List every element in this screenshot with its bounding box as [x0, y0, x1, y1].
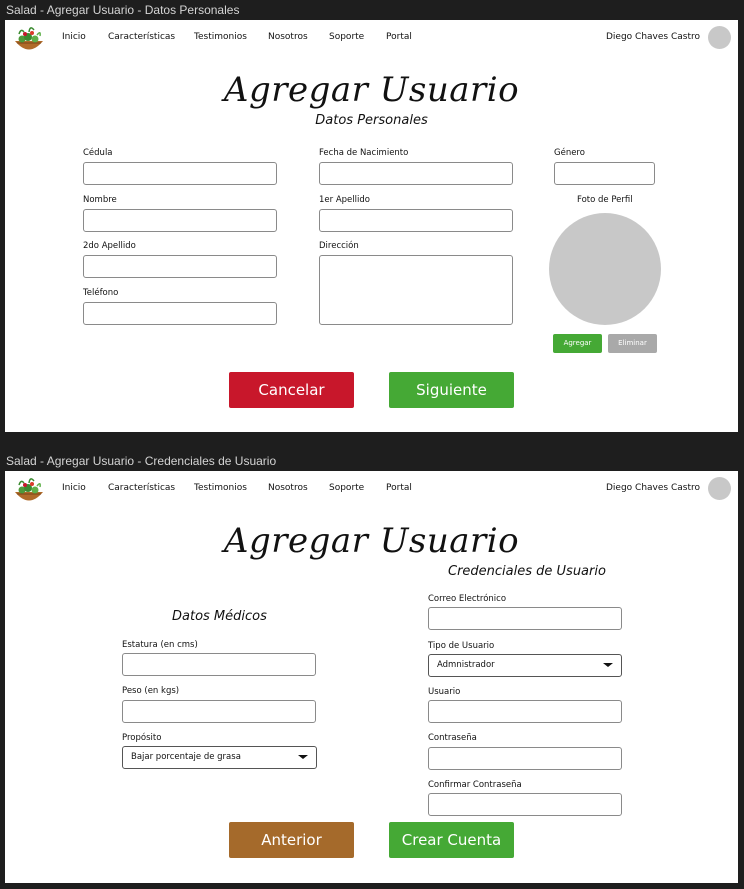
contrasena-label: Contraseña [428, 733, 477, 743]
nav-testimonios[interactable]: Testimonios [194, 483, 247, 493]
next-button[interactable]: Siguiente [389, 372, 514, 408]
primer-apellido-label: 1er Apellido [319, 195, 370, 205]
nav-soporte[interactable]: Soporte [329, 32, 364, 42]
telefono-label: Teléfono [83, 288, 119, 298]
chevron-down-icon [298, 755, 308, 759]
fecha-nacimiento-input[interactable] [319, 162, 513, 185]
navbar: Inicio Características Testimonios Nosot… [5, 471, 738, 511]
frame-title: Salad - Agregar Usuario - Datos Personal… [6, 3, 240, 17]
nav-portal[interactable]: Portal [386, 32, 412, 42]
nav-inicio[interactable]: Inicio [62, 32, 86, 42]
telefono-input[interactable] [83, 302, 277, 325]
frame-credenciales: Inicio Características Testimonios Nosot… [5, 471, 738, 883]
tipo-usuario-label: Tipo de Usuario [428, 641, 495, 651]
nombre-input[interactable] [83, 209, 277, 232]
genero-input[interactable] [554, 162, 655, 185]
medical-subtitle: Datos Médicos [172, 609, 267, 624]
frame-datos-personales: Inicio Características Testimonios Nosot… [5, 20, 738, 432]
add-photo-button[interactable]: Agregar [553, 334, 602, 353]
navbar: Inicio Características Testimonios Nosot… [5, 20, 738, 60]
frame-title: Salad - Agregar Usuario - Credenciales d… [6, 454, 277, 468]
fecha-nacimiento-label: Fecha de Nacimiento [319, 148, 409, 158]
genero-label: Género [554, 148, 585, 158]
usuario-label: Usuario [428, 687, 461, 697]
section-subtitle: Datos Personales [315, 113, 428, 128]
tipo-usuario-select[interactable]: Admnistrador [428, 654, 622, 677]
page-title: Agregar Usuario [223, 521, 520, 561]
estatura-label: Estatura (en cms) [122, 640, 198, 650]
nombre-label: Nombre [83, 195, 117, 205]
estatura-input[interactable] [122, 653, 316, 676]
usuario-input[interactable] [428, 700, 622, 723]
tipo-usuario-value: Admnistrador [437, 660, 495, 670]
nav-soporte[interactable]: Soporte [329, 483, 364, 493]
direccion-label: Dirección [319, 241, 359, 251]
nav-portal[interactable]: Portal [386, 483, 412, 493]
salad-logo-icon[interactable] [13, 475, 45, 505]
back-button[interactable]: Anterior [229, 822, 354, 858]
confirmar-contrasena-label: Confirmar Contraseña [428, 780, 522, 790]
create-account-button[interactable]: Crear Cuenta [389, 822, 514, 858]
nav-inicio[interactable]: Inicio [62, 483, 86, 493]
cedula-input[interactable] [83, 162, 277, 185]
proposito-select[interactable]: Bajar porcentaje de grasa [122, 746, 317, 769]
proposito-label: Propósito [122, 733, 162, 743]
segundo-apellido-input[interactable] [83, 255, 277, 278]
nav-nosotros[interactable]: Nosotros [268, 483, 308, 493]
avatar[interactable] [708, 477, 731, 500]
foto-perfil-label: Foto de Perfil [577, 195, 633, 205]
cancel-button[interactable]: Cancelar [229, 372, 354, 408]
remove-photo-button[interactable]: Eliminar [608, 334, 657, 353]
contrasena-input[interactable] [428, 747, 622, 770]
chevron-down-icon [603, 663, 613, 667]
salad-logo-icon[interactable] [13, 24, 45, 54]
avatar[interactable] [708, 26, 731, 49]
profile-photo [549, 213, 661, 325]
page-title: Agregar Usuario [223, 70, 520, 110]
cedula-label: Cédula [83, 148, 113, 158]
nav-nosotros[interactable]: Nosotros [268, 32, 308, 42]
direccion-textarea[interactable] [319, 255, 513, 325]
correo-input[interactable] [428, 607, 622, 630]
correo-label: Correo Electrónico [428, 594, 507, 604]
segundo-apellido-label: 2do Apellido [83, 241, 136, 251]
user-name[interactable]: Diego Chaves Castro [606, 483, 700, 493]
primer-apellido-input[interactable] [319, 209, 513, 232]
nav-caracteristicas[interactable]: Características [108, 483, 175, 493]
proposito-value: Bajar porcentaje de grasa [131, 752, 241, 762]
user-name[interactable]: Diego Chaves Castro [606, 32, 700, 42]
peso-label: Peso (en kgs) [122, 686, 180, 696]
nav-testimonios[interactable]: Testimonios [194, 32, 247, 42]
credentials-subtitle: Credenciales de Usuario [448, 564, 606, 579]
confirmar-contrasena-input[interactable] [428, 793, 622, 816]
nav-caracteristicas[interactable]: Características [108, 32, 175, 42]
peso-input[interactable] [122, 700, 316, 723]
